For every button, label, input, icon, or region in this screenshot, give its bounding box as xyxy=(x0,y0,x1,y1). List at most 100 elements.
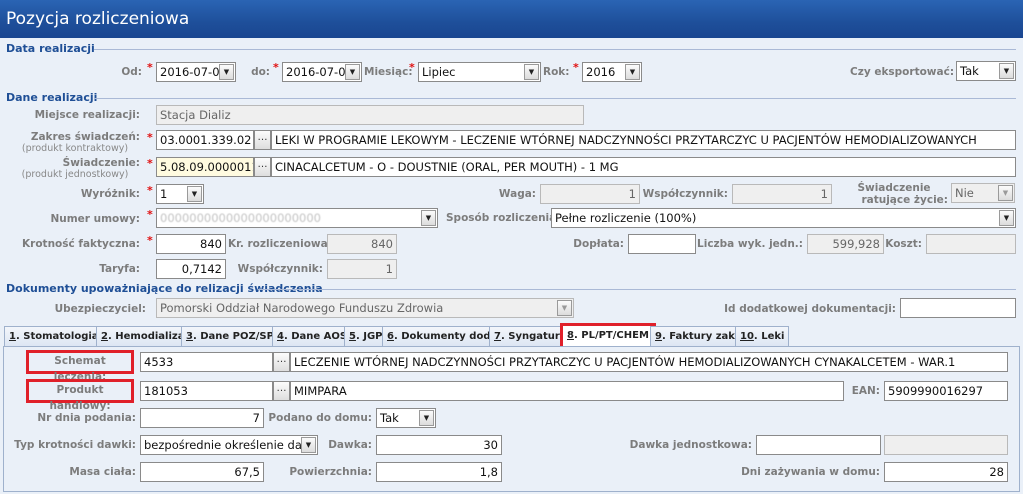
taryfa-input[interactable]: 0,7142 xyxy=(156,259,226,279)
tab-faktury-zak[interactable]: 9. Faktury zak. xyxy=(650,326,744,346)
wspolczynnik2-label: Współczynnik: xyxy=(237,263,323,275)
umowa-select[interactable]: 0000000000000000000000 ▼ xyxy=(156,208,438,228)
rok-select[interactable]: 2016 ▼ xyxy=(582,62,642,82)
podano-select[interactable]: Tak ▼ xyxy=(376,408,436,428)
required-marker: * xyxy=(147,61,153,74)
ubezpieczyciel-select[interactable]: Pomorski Oddział Narodowego Funduszu Zdr… xyxy=(156,298,574,318)
kr-rozl-label: Kr. rozliczeniowa: xyxy=(228,238,332,250)
tab-leki[interactable]: 10. Leki xyxy=(735,326,790,346)
wspolczynnik-field[interactable]: 1 xyxy=(732,184,832,204)
sposob-select[interactable]: Pełne rozliczenie (100%) ▼ xyxy=(551,208,1016,228)
miesiac-value: Lipiec xyxy=(422,65,456,79)
wspolczynnik-label: Współczynnik: xyxy=(642,188,728,200)
required-marker: * xyxy=(147,131,153,144)
produkt-code-input[interactable]: 181053 xyxy=(140,381,273,401)
tab-stomatologia[interactable]: 1. Stomatologia xyxy=(4,326,104,346)
doplata-label: Dopłata: xyxy=(573,238,624,250)
dni-label: Dni zażywania w domu: xyxy=(741,466,880,478)
chevron-down-icon[interactable]: ▼ xyxy=(524,64,539,80)
dawka-jedn-unit-field[interactable] xyxy=(884,435,1008,455)
do-date-input[interactable]: 2016-07-04 ▼ xyxy=(282,62,362,82)
schemat-browse-button[interactable]: … xyxy=(273,352,290,372)
ratujace-label-line1: Świadczenie xyxy=(857,182,931,194)
required-marker: * xyxy=(273,61,279,74)
required-marker: * xyxy=(147,157,153,170)
doplata-input[interactable] xyxy=(628,234,696,254)
chevron-down-icon[interactable]: ▼ xyxy=(419,410,434,426)
eksport-select[interactable]: Tak ▼ xyxy=(956,61,1016,81)
tab-dane-aos[interactable]: 4. Dane AOS xyxy=(272,326,353,346)
nr-dnia-input[interactable]: 7 xyxy=(140,408,264,428)
od-date-input[interactable]: 2016-07-04 ▼ xyxy=(156,62,236,82)
tab-hemodializa[interactable]: 2. Hemodializa xyxy=(96,326,190,346)
required-marker: * xyxy=(147,234,153,247)
chevron-down-icon[interactable]: ▼ xyxy=(999,63,1014,79)
chevron-down-icon[interactable]: ▼ xyxy=(219,64,234,80)
masa-label: Masa ciała: xyxy=(69,466,136,478)
zakres-code-input[interactable]: 03.0001.339.02 xyxy=(156,130,254,150)
zakres-browse-button[interactable]: … xyxy=(254,130,271,150)
ratujace-select[interactable]: Nie ▼ xyxy=(951,183,1015,203)
chevron-down-icon[interactable]: ▼ xyxy=(998,185,1013,201)
divider xyxy=(94,98,1016,99)
tab-key: 3 xyxy=(186,331,193,342)
chevron-down-icon[interactable]: ▼ xyxy=(187,186,202,202)
masa-input[interactable]: 67,5 xyxy=(140,462,264,482)
tab-key: 2 xyxy=(101,331,108,342)
tab-label: . Leki xyxy=(753,331,785,342)
typ-select[interactable]: bezpośrednie określenie daw ▼ xyxy=(140,435,318,455)
required-marker: * xyxy=(147,208,153,221)
schemat-label: Schemat leczenia: xyxy=(26,350,134,383)
dawka-jedn-input[interactable] xyxy=(756,435,881,455)
tab-label: . Dane AOS xyxy=(283,331,348,342)
krotnosc-input[interactable]: 840 xyxy=(156,234,226,254)
liczba-field[interactable]: 599,928 xyxy=(807,234,884,254)
krotnosc-label: Krotność faktyczna: xyxy=(22,238,140,250)
zakres-label: Zakres świadczeń: xyxy=(30,131,140,143)
tab-label: . Stomatologia xyxy=(15,331,99,342)
do-label: do: xyxy=(251,66,270,78)
swiadczenie-browse-button[interactable]: … xyxy=(254,157,271,177)
waga-label: Waga: xyxy=(498,188,536,200)
wyroznik-label: Wyróżnik: xyxy=(80,188,140,200)
wyroznik-select[interactable]: 1 ▼ xyxy=(156,184,204,204)
miesiac-select[interactable]: Lipiec ▼ xyxy=(418,62,541,82)
dawka-jedn-label: Dawka jednostkowa: xyxy=(629,439,752,451)
kr-rozl-field[interactable]: 840 xyxy=(327,234,397,254)
koszt-label: Koszt: xyxy=(885,238,922,250)
powierzchnia-input[interactable]: 1,8 xyxy=(376,462,502,482)
chevron-down-icon[interactable]: ▼ xyxy=(625,64,640,80)
rok-label: Rok: xyxy=(543,66,570,78)
ubezpieczyciel-label: Ubezpieczyciel: xyxy=(54,303,146,315)
schemat-code-input[interactable]: 4533 xyxy=(140,352,273,372)
swiadczenie-description: CINACALCETUM - O - DOUSTNIE (ORAL, PER M… xyxy=(271,157,1016,177)
tab-label: . Faktury zak. xyxy=(661,331,739,342)
tab-key: 10 xyxy=(740,331,754,342)
chevron-down-icon[interactable]: ▼ xyxy=(345,64,360,80)
typ-value: bezpośrednie określenie daw xyxy=(144,438,312,452)
dawka-label: Dawka: xyxy=(328,439,372,451)
koszt-field[interactable] xyxy=(926,234,1016,254)
chevron-down-icon[interactable]: ▼ xyxy=(557,300,572,316)
wspolczynnik2-field[interactable]: 1 xyxy=(327,259,397,279)
tab-key: 7 xyxy=(494,331,501,342)
dawka-input[interactable]: 30 xyxy=(376,435,502,455)
miejsce-realizacji-field[interactable]: Stacja Dializ xyxy=(156,105,584,125)
od-date-value: 2016-07-04 xyxy=(160,65,227,79)
produkt-browse-button[interactable]: … xyxy=(273,381,290,401)
waga-field[interactable]: 1 xyxy=(540,184,640,204)
dni-input[interactable]: 28 xyxy=(884,462,1008,482)
tab-dokumenty-dod[interactable]: 6. Dokumenty dod. xyxy=(382,326,500,346)
chevron-down-icon[interactable]: ▼ xyxy=(999,210,1014,226)
swiadczenie-label: Świadczenie: xyxy=(62,157,140,169)
podano-label: Podano do domu: xyxy=(268,412,372,424)
required-marker: * xyxy=(147,184,153,197)
sposob-value: Pełne rozliczenie (100%) xyxy=(555,211,697,225)
id-dok-input[interactable] xyxy=(900,298,1016,318)
ean-input[interactable]: 5909990016297 xyxy=(884,381,1008,401)
tab-jgp[interactable]: 5. JGP xyxy=(344,326,388,346)
chevron-down-icon[interactable]: ▼ xyxy=(421,210,436,226)
taryfa-label: Taryfa: xyxy=(99,263,140,275)
wyroznik-value: 1 xyxy=(160,187,168,201)
swiadczenie-code-input[interactable]: 5.08.09.0000011 xyxy=(156,157,254,177)
